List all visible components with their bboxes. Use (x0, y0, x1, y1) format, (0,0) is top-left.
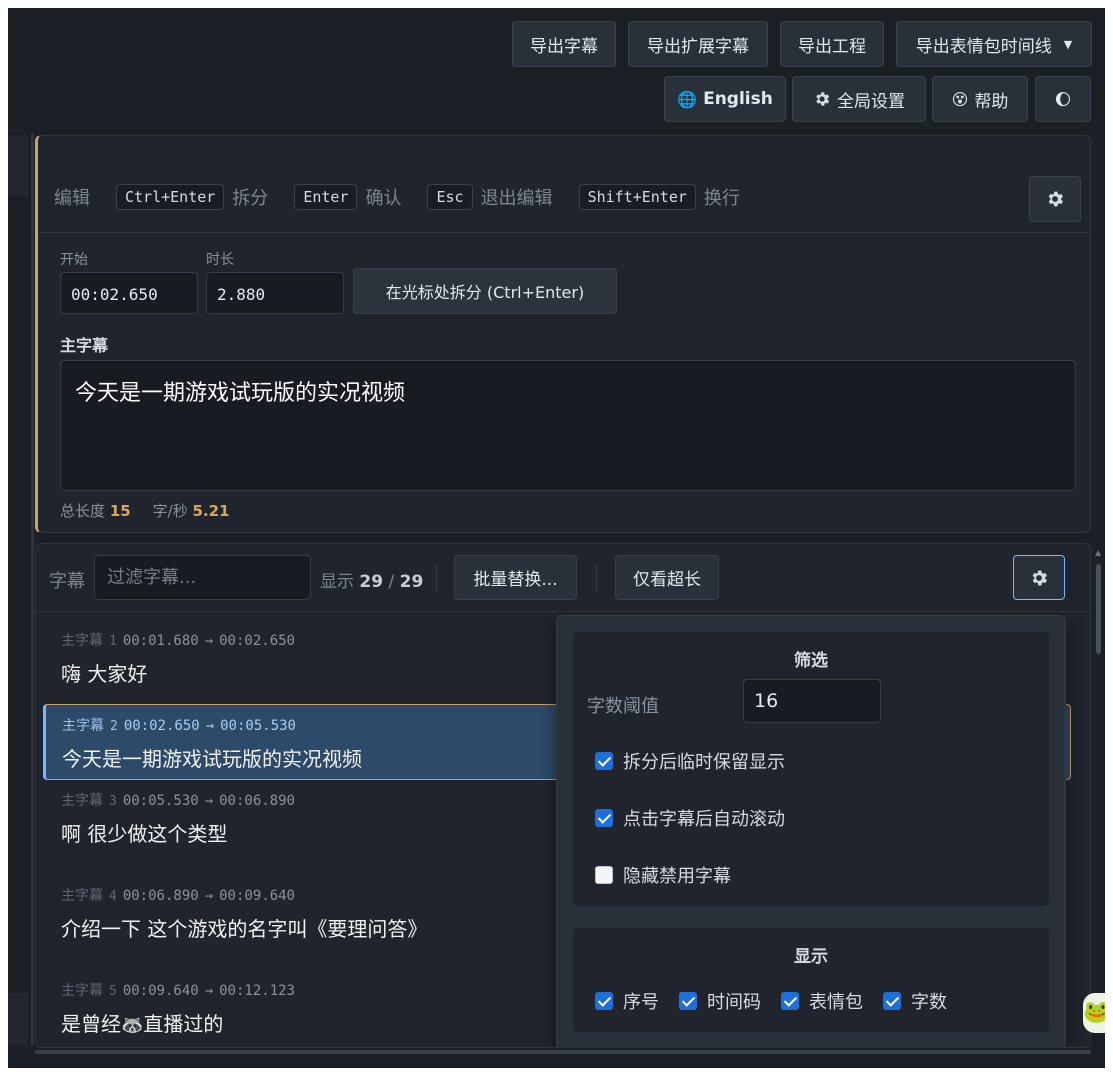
export-extended-subtitles-button[interactable]: 导出扩展字幕 (628, 21, 768, 67)
gear-icon (1032, 570, 1047, 585)
split-at-cursor-button[interactable]: 在光标处拆分 (Ctrl+Enter) (353, 268, 617, 314)
shown-count: 显示 29 / 29 (320, 572, 424, 592)
left-panel-edge (8, 135, 28, 195)
shortcut-key: Enter (294, 184, 358, 210)
subtitle-stats: 总长度 15 字/秒 5.21 (60, 502, 230, 520)
editor-divider (38, 232, 1090, 233)
display-section: 显示 序号 时间码 表情包 字数 (573, 928, 1049, 1032)
subtitle-editor: 编辑 Ctrl+Enter 拆分 Enter 确认 Esc 退出编辑 Shift… (35, 135, 1091, 533)
export-subtitles-button[interactable]: 导出字幕 (512, 21, 616, 67)
shortcut-key: Ctrl+Enter (116, 184, 225, 210)
export-emoji-timeline-button[interactable]: 导出表情包时间线 ▼ (896, 21, 1092, 67)
checkbox-checked[interactable] (781, 992, 799, 1010)
checkbox-checked[interactable] (595, 992, 613, 1010)
main-subtitle-textarea[interactable]: 今天是一期游戏试玩版的实况视频 (60, 360, 1076, 491)
batch-replace-button[interactable]: 批量替换... (454, 555, 577, 600)
left-panel-edge-bottom (8, 993, 28, 1045)
language-button[interactable]: 🌐 English (664, 76, 786, 122)
filter-section: 筛选 字数阈值 16 拆分后临时保留显示 点击字幕后自动滚动 隐藏禁用字幕 (573, 632, 1049, 906)
main-subtitle-label: 主字幕 (60, 336, 109, 355)
list-settings-button[interactable] (1013, 555, 1065, 600)
threshold-label: 字数阈值 (587, 696, 659, 717)
start-label: 开始 (60, 252, 88, 268)
option-keep-after-split[interactable]: 拆分后临时保留显示 (595, 748, 785, 774)
list-scrollbar[interactable]: ▲ (1093, 548, 1103, 1038)
mascot-icon[interactable]: 🐸 (1083, 993, 1105, 1033)
option-show-timecode[interactable]: 时间码 (679, 988, 761, 1014)
raccoon-emoji-icon: 🦝 (121, 1015, 144, 1036)
option-show-index[interactable]: 序号 (595, 988, 659, 1014)
only-overlong-button[interactable]: 仅看超长 (615, 555, 719, 600)
export-project-button[interactable]: 导出工程 (780, 21, 884, 67)
moon-icon: 🌔 (1054, 89, 1072, 109)
checkbox-checked[interactable] (595, 809, 613, 827)
duration-input[interactable]: 2.880 (206, 272, 344, 314)
gear-icon (816, 92, 830, 106)
shortcut-key: Shift+Enter (578, 184, 696, 210)
editor-settings-button[interactable] (1029, 176, 1081, 222)
globe-icon: 🌐 (677, 89, 698, 109)
shortcut-hints: 编辑 Ctrl+Enter 拆分 Enter 确认 Esc 退出编辑 Shift… (54, 184, 740, 210)
global-settings-button[interactable]: 全局设置 (792, 76, 926, 122)
subtitle-list-toolbar: 字幕 显示 29 / 29 批量替换... 仅看超长 (36, 544, 1090, 612)
dropdown-caret-icon: ▼ (1063, 37, 1073, 51)
option-show-char-count[interactable]: 字数 (883, 988, 947, 1014)
option-auto-scroll[interactable]: 点击字幕后自动滚动 (595, 805, 785, 831)
horizontal-scrollbar[interactable] (35, 1050, 1091, 1054)
gear-icon (1048, 191, 1063, 207)
help-button[interactable]: 😵 帮助 (932, 76, 1028, 122)
option-hide-disabled[interactable]: 隐藏禁用字幕 (595, 862, 731, 888)
checkbox-unchecked[interactable] (595, 866, 613, 884)
panel-resize-handle[interactable] (31, 133, 34, 1045)
thinking-face-icon: 😵 (951, 89, 969, 109)
start-time-input[interactable]: 00:02.650 (60, 272, 198, 314)
total-length-value: 15 (109, 502, 131, 520)
duration-label: 时长 (206, 252, 234, 268)
filter-subtitles-input[interactable] (94, 555, 311, 600)
checkbox-checked[interactable] (679, 992, 697, 1010)
app-window: 导出字幕 导出扩展字幕 导出工程 导出表情包时间线 ▼ 🌐 English 全局设置… (8, 8, 1105, 1068)
option-show-emoji[interactable]: 表情包 (781, 988, 863, 1014)
shortcut-key: Esc (427, 184, 473, 210)
scroll-up-icon[interactable]: ▲ (1095, 548, 1101, 557)
chars-per-second-value: 5.21 (192, 502, 230, 520)
subtitle-list-panel: 字幕 显示 29 / 29 批量替换... 仅看超长 主字幕 1 00:01.6… (35, 543, 1091, 1048)
list-settings-popup: 筛选 字数阈值 16 拆分后临时保留显示 点击字幕后自动滚动 隐藏禁用字幕 显示 (556, 615, 1066, 1047)
theme-toggle-button[interactable]: 🌔 (1035, 76, 1091, 122)
checkbox-checked[interactable] (883, 992, 901, 1010)
scrollbar-thumb[interactable] (1096, 564, 1101, 654)
checkbox-checked[interactable] (595, 752, 613, 770)
threshold-input[interactable]: 16 (743, 679, 881, 723)
